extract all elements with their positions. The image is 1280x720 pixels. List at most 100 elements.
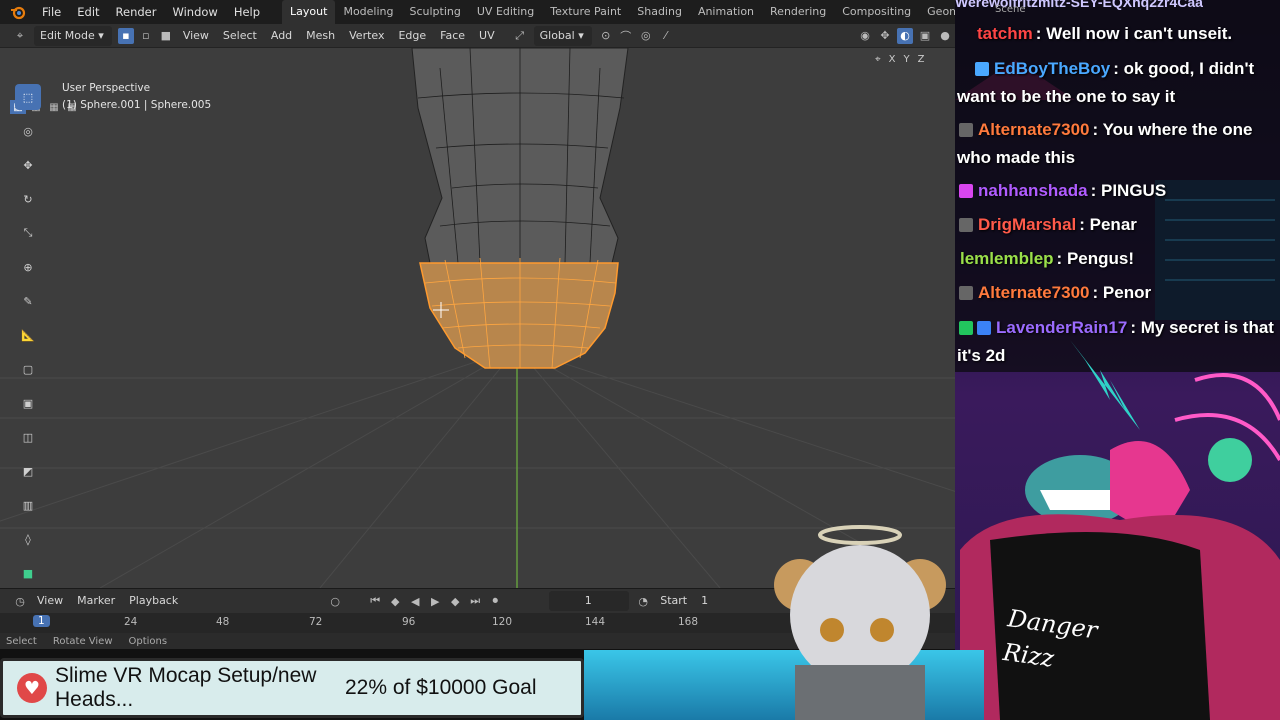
timeline-menu-playback[interactable]: Playback [122,590,185,612]
verified-badge-icon [977,321,991,335]
orientation-select[interactable]: Global ▾ [533,25,592,46]
header-menu-add[interactable]: Add [264,25,299,47]
inset-icon[interactable]: ◫ [15,424,41,450]
mesh-selected [419,262,619,369]
add-cube-icon[interactable]: ▢ [15,356,41,382]
blender-logo-icon[interactable] [8,2,28,22]
axis-lock-icon[interactable]: ⌖ [875,54,881,65]
poly-build-icon[interactable]: ■ [15,560,41,586]
visibility-icon[interactable]: ◉ [857,28,873,44]
timeline-menu-view[interactable]: View [30,590,70,612]
vertex-select-icon[interactable]: ▪ [117,27,134,44]
axis-z[interactable]: Z [918,54,925,65]
current-frame-field[interactable]: 1 [549,591,630,611]
scale-icon[interactable]: ⤡ [15,220,41,246]
axis-x[interactable]: X [889,54,896,65]
jump-end-icon[interactable]: ⏭ [467,593,483,609]
overlay-icon[interactable]: ◐ [897,27,913,44]
axis-toggle-row: ⌖ X Y Z [875,54,932,65]
transform-icon[interactable]: ⊕ [15,254,41,280]
knife-icon[interactable]: ◊ [15,526,41,552]
play-icon[interactable]: ▶ [427,593,443,609]
bevel-icon[interactable]: ◩ [15,458,41,484]
extrude-icon[interactable]: ▣ [15,390,41,416]
rotate-icon[interactable]: ↻ [15,186,41,212]
measure-icon[interactable]: 📐 [15,322,41,348]
keying-icon[interactable]: ⏺ [487,593,503,609]
menu-help[interactable]: Help [226,0,268,24]
tick-120: 120 [492,616,513,628]
prev-key-icon[interactable]: ◆ [387,593,403,609]
tick-48: 48 [216,616,230,628]
play-reverse-icon[interactable]: ◀ [407,593,423,609]
face-select-icon[interactable]: ■ [158,28,174,44]
tab-layout[interactable]: Layout [282,0,336,24]
tab-rendering[interactable]: Rendering [762,0,834,24]
header-menu-uv[interactable]: UV [472,25,502,47]
menu-render[interactable]: Render [108,0,165,24]
check-badge-icon [959,321,973,335]
annotate-icon[interactable]: ✎ [15,288,41,314]
object-info-label: (1) Sphere.001 | Sphere.005 [62,99,212,111]
menu-edit[interactable]: Edit [69,0,107,24]
tab-modeling[interactable]: Modeling [335,0,401,24]
xray-icon[interactable]: ▣ [917,28,933,44]
tab-texture-paint[interactable]: Texture Paint [542,0,629,24]
shading-solid-icon[interactable]: ● [937,28,953,44]
jump-start-icon[interactable]: ⏮ [367,593,383,609]
viewport-info: User Perspective (1) Sphere.001 | Sphere… [62,80,211,114]
3d-viewport[interactable]: ▦ ▦ ▦ ▦ User Perspective (1) Sphere.001 … [0,48,955,588]
editor-type-icon[interactable]: ⌖ [12,28,28,44]
tab-animation[interactable]: Animation [690,0,762,24]
header-menu-face[interactable]: Face [433,25,472,47]
sword-icon [959,123,973,137]
falloff-icon[interactable]: ⁄ [658,28,674,44]
perspective-label: User Perspective [62,82,151,94]
orientation-label: Global [539,28,575,42]
loop-cut-icon[interactable]: ▥ [15,492,41,518]
header-menu-mesh[interactable]: Mesh [299,25,342,47]
header-menu-view[interactable]: View [176,25,216,47]
header-menu-select[interactable]: Select [216,25,264,47]
mode-select[interactable]: Edit Mode ▾ [34,25,112,46]
tool-shelf: ⬚ ◎ ✥ ↻ ⤡ ⊕ ✎ 📐 ▢ ▣ ◫ ◩ ▥ ◊ ■ [12,84,44,588]
chat-user: tatchm [977,24,1033,43]
select-box-icon[interactable]: ⬚ [15,84,41,110]
menu-window[interactable]: Window [164,0,225,24]
cursor-icon[interactable]: ◎ [15,118,41,144]
tick-168: 168 [678,616,699,628]
start-value[interactable]: 1 [694,590,715,612]
proportional-edit-icon[interactable]: ◎ [638,28,654,44]
pivot-icon[interactable]: ⊙ [598,28,614,44]
tab-sculpting[interactable]: Sculpting [402,0,469,24]
sheep-girl-avatar [774,525,946,720]
chat-user: lemlemblep [960,249,1054,268]
menu-file[interactable]: File [34,0,69,24]
status-rotate-view: Rotate View [52,635,113,647]
edge-select-icon[interactable]: ▫ [138,28,154,44]
timeline-editor-icon[interactable]: ◷ [12,593,28,609]
tab-shading[interactable]: Shading [629,0,690,24]
next-key-icon[interactable]: ◆ [447,593,463,609]
chat-text: Penar [1089,215,1137,234]
tab-compositing[interactable]: Compositing [834,0,919,24]
mode-label: Edit Mode [40,28,95,42]
chat-title: Werewolfritzmitz-SEY-EQXnq2zr4Caa [955,0,1203,10]
record-icon[interactable]: ○ [327,593,343,609]
move-icon[interactable]: ✥ [15,152,41,178]
tab-uv-editing[interactable]: UV Editing [469,0,542,24]
chat-text: PINGUS [1100,181,1167,200]
header-menu-vertex[interactable]: Vertex [342,25,391,47]
snap-icon[interactable]: ⌒ [618,28,634,44]
timeline-menu-marker[interactable]: Marker [70,590,122,612]
header-menu-edge[interactable]: Edge [391,25,433,47]
frame-cursor[interactable]: 1 [33,615,50,627]
chat-text: Penor [1102,283,1152,302]
start-label: Start [660,594,688,607]
chat-message: tatchm: Well now i can't unseit. [977,24,1233,43]
sub-badge-icon [959,184,973,198]
select-subtract-icon[interactable]: ▦ [46,100,62,114]
chat-user: LavenderRain17 [996,318,1128,337]
axis-y[interactable]: Y [904,54,910,65]
gizmo-icon[interactable]: ✥ [877,28,893,44]
